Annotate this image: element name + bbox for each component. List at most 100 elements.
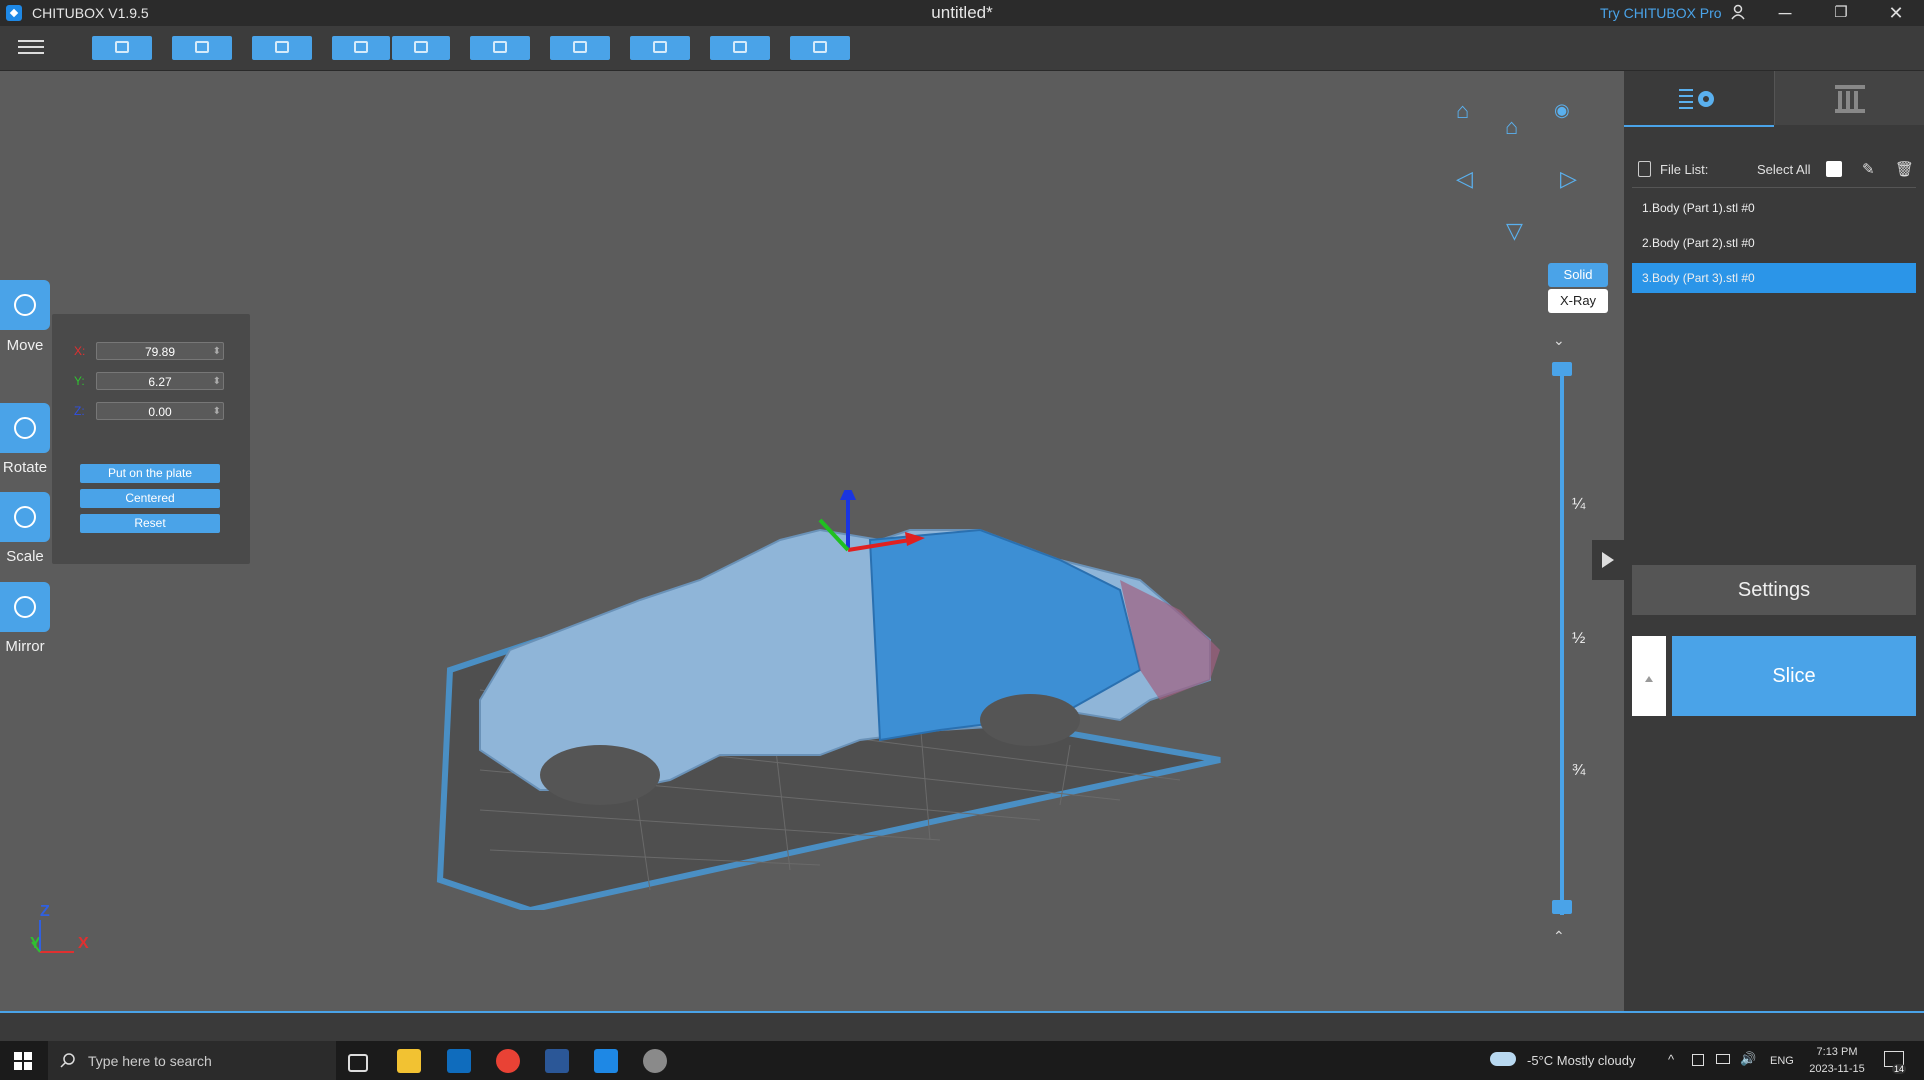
minimize-button[interactable]: ─ — [1759, 0, 1811, 26]
reset-button[interactable]: Reset — [80, 514, 220, 533]
outlook-icon[interactable] — [447, 1049, 471, 1073]
layer-slider-bottom-handle[interactable] — [1552, 900, 1572, 914]
user-account-icon[interactable] — [1730, 4, 1746, 20]
slice-button[interactable]: Slice — [1672, 636, 1916, 716]
rotate-tool-label: Rotate — [2, 459, 48, 476]
z-arrowhead — [840, 490, 856, 500]
put-on-plate-button[interactable]: Put on the plate — [80, 464, 220, 483]
volume-icon[interactable]: 🔊 — [1740, 1051, 1756, 1067]
close-button[interactable]: ✕ — [1870, 0, 1922, 26]
mirror-tool-label: Mirror — [5, 638, 45, 655]
open-file-button[interactable] — [92, 36, 152, 60]
rotate-icon — [14, 417, 36, 439]
eye-view-icon[interactable]: ◉ — [1554, 100, 1570, 121]
y-position-input[interactable]: 6.27 — [96, 372, 224, 391]
slider-half-mark: ½ — [1572, 630, 1586, 647]
bottom-view-icon[interactable]: ▽ — [1506, 218, 1523, 244]
auto-layout-button[interactable] — [252, 36, 312, 60]
front-wheel-well — [540, 745, 660, 805]
solid-view-button[interactable]: Solid — [1548, 263, 1608, 287]
scale-icon — [14, 506, 36, 528]
file-list-label: File List: — [1660, 162, 1709, 177]
notification-count: 14 — [1892, 1064, 1907, 1074]
support-button[interactable] — [630, 36, 690, 60]
hollow-button[interactable] — [710, 36, 770, 60]
tab-library[interactable] — [1774, 71, 1924, 125]
paint-icon[interactable] — [643, 1049, 667, 1073]
slider-down-chevron-icon[interactable]: ⌄ — [1553, 332, 1565, 349]
move-tool-label: Move — [6, 337, 44, 354]
auto-layout-icon — [275, 41, 289, 53]
scale-tool-label: Scale — [6, 548, 44, 565]
centered-button[interactable]: Centered — [80, 489, 220, 508]
rear-wheel-well — [980, 694, 1080, 746]
word-icon[interactable] — [545, 1049, 569, 1073]
tab-model-settings[interactable] — [1624, 71, 1774, 127]
file-list-item[interactable]: 1.Body (Part 1).stl #0 — [1632, 193, 1916, 223]
display-icon[interactable] — [1716, 1054, 1730, 1064]
dig-hole-icon — [813, 41, 827, 53]
home-view-icon[interactable]: ⌂ — [1456, 98, 1469, 124]
file-list-item-selected[interactable]: 3.Body (Part 3).stl #0 — [1632, 263, 1916, 293]
y-label: Y: — [74, 374, 85, 388]
search-icon — [60, 1052, 76, 1073]
group-button[interactable] — [550, 36, 610, 60]
dig-hole-button[interactable] — [790, 36, 850, 60]
copy-button[interactable] — [470, 36, 530, 60]
tray-chevron-icon[interactable]: ^ — [1668, 1052, 1674, 1067]
network-icon[interactable] — [1692, 1054, 1704, 1066]
menu-icon[interactable] — [18, 36, 44, 56]
z-position-input[interactable]: 0.00 — [96, 402, 224, 421]
select-all-label: Select All — [1757, 162, 1811, 177]
top-view-icon[interactable]: ⌂ — [1505, 114, 1518, 140]
edit-icon[interactable]: ✎ — [1862, 160, 1875, 178]
try-pro-link[interactable]: Try CHITUBOX Pro — [1600, 5, 1722, 21]
delete-icon[interactable]: 🗑 — [1895, 160, 1914, 178]
right-view-icon[interactable]: ▷ — [1560, 166, 1577, 192]
layer-slider-top-handle[interactable] — [1552, 362, 1572, 376]
slider-quarter-mark: ¼ — [1572, 496, 1586, 513]
layer-slider-track[interactable] — [1560, 367, 1564, 915]
collapse-panel-tab[interactable] — [1592, 540, 1624, 580]
open-file-icon — [115, 41, 129, 53]
task-view-icon[interactable] — [348, 1054, 368, 1072]
redo-button[interactable] — [392, 36, 450, 60]
file-explorer-icon[interactable] — [397, 1049, 421, 1073]
search-placeholder: Type here to search — [88, 1053, 212, 1069]
undo-button[interactable] — [332, 36, 390, 60]
rotate-tool-button[interactable] — [0, 403, 50, 453]
xray-view-button[interactable]: X-Ray — [1548, 289, 1608, 313]
restore-button[interactable]: ❐ — [1815, 0, 1867, 26]
chitubox-logo-icon — [6, 5, 22, 21]
z-label: Z: — [74, 404, 85, 418]
move-icon — [14, 294, 36, 316]
settings-button[interactable]: Settings — [1632, 565, 1916, 615]
axis-gizmo-lines — [31, 920, 74, 953]
weather-text[interactable]: -5°C Mostly cloudy — [1527, 1053, 1636, 1068]
copy-icon — [493, 41, 507, 53]
move-tool-button[interactable] — [0, 280, 50, 330]
status-bar — [0, 1011, 1924, 1043]
slice-options-button[interactable] — [1632, 636, 1666, 716]
file-list-icon — [1638, 161, 1651, 177]
chitubox-taskbar-icon[interactable] — [594, 1049, 618, 1073]
group-icon — [573, 41, 587, 53]
file-list-item[interactable]: 2.Body (Part 2).stl #0 — [1632, 228, 1916, 258]
left-view-icon[interactable]: ◁ — [1456, 166, 1473, 192]
app-title: CHITUBOX V1.9.5 — [32, 5, 149, 21]
mirror-tool-button[interactable] — [0, 582, 50, 632]
select-all-checkbox[interactable] — [1826, 161, 1842, 177]
slider-up-chevron-icon[interactable]: ⌃ — [1553, 928, 1565, 945]
clock-date[interactable]: 2023-11-15 — [1800, 1063, 1874, 1075]
x-position-input[interactable]: 79.89 — [96, 342, 224, 361]
model-scene[interactable] — [420, 490, 1240, 910]
clock-time[interactable]: 7:13 PM — [1800, 1046, 1874, 1058]
save-button[interactable] — [172, 36, 232, 60]
language-indicator[interactable]: ENG — [1770, 1055, 1794, 1067]
windows-start-icon[interactable] — [14, 1052, 32, 1075]
chrome-icon[interactable] — [496, 1049, 520, 1073]
mirror-icon — [14, 596, 36, 618]
divider — [1632, 187, 1916, 188]
x-label: X: — [74, 344, 86, 358]
scale-tool-button[interactable] — [0, 492, 50, 542]
